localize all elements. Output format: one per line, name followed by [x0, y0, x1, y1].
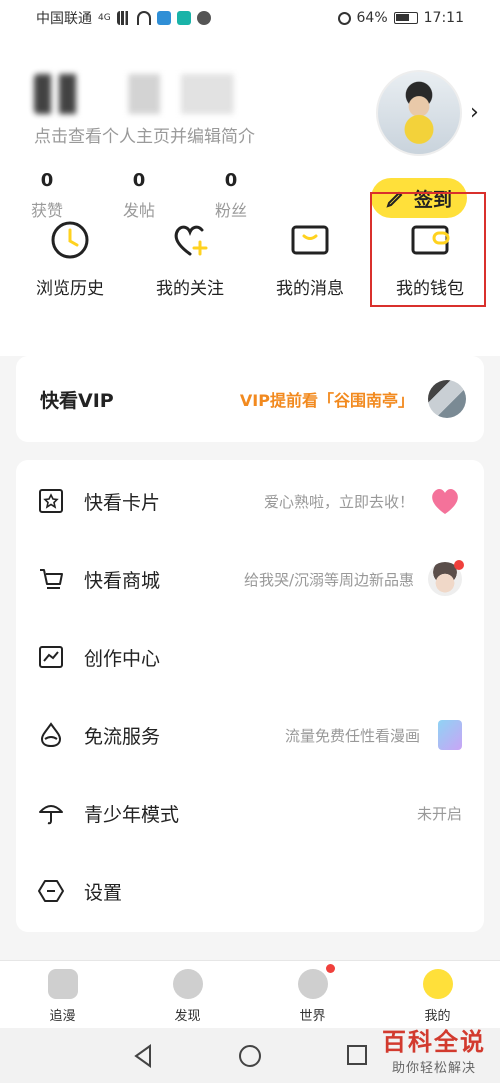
back-icon[interactable]	[132, 1044, 154, 1068]
cart-icon	[40, 569, 63, 589]
quick-history[interactable]: 浏览历史	[12, 210, 128, 340]
wallet-highlight-box	[370, 192, 486, 307]
stat-value: 0	[224, 170, 238, 191]
menu-item-teen-mode[interactable]: 青少年模式 未开启	[16, 774, 484, 852]
menu-item-free-data[interactable]: 免流服务 流量免费任性看漫画	[16, 696, 484, 774]
menu-hint: 给我哭/沉溺等周边新品惠	[243, 570, 414, 589]
tab-label: 发现	[174, 1009, 201, 1024]
avatar[interactable]	[376, 70, 462, 156]
tab-label: 世界	[299, 1009, 326, 1024]
chevron-right-icon[interactable]: ›	[470, 100, 479, 125]
app-notification-icon-2	[176, 11, 191, 25]
status-bar: 中国联通 4G 64% 17:11	[0, 0, 500, 36]
tab-me[interactable]: 我的	[375, 961, 500, 1028]
menu-item-settings[interactable]: 设置	[16, 852, 484, 930]
clock-time: 17:11	[423, 10, 464, 26]
alarm-icon	[337, 11, 351, 25]
tab-follow[interactable]: 追漫	[0, 961, 125, 1028]
app-notification-icon	[156, 11, 171, 25]
menu-item-creator[interactable]: 创作中心	[16, 618, 484, 696]
menu-item-mall[interactable]: 快看商城 给我哭/沉溺等周边新品惠	[16, 540, 484, 618]
battery-percent: 64%	[356, 10, 388, 26]
username-redacted[interactable]	[34, 74, 244, 114]
quick-label: 浏览历史	[36, 279, 104, 299]
battery-icon	[393, 12, 418, 24]
bottom-tab-bar: 追漫 发现 世界 我的	[0, 960, 500, 1028]
menu-label: 快看商城	[84, 569, 161, 592]
world-icon	[297, 969, 328, 999]
menu-hint: 爱心熟啦，立即去收！	[263, 492, 414, 511]
profile-subtitle[interactable]: 点击查看个人主页并编辑简介	[34, 122, 255, 147]
menu-hint: 未开启	[416, 804, 462, 823]
settings-icon	[38, 880, 64, 902]
quick-label: 我的关注	[156, 279, 224, 299]
character-avatar-icon	[428, 560, 464, 596]
tab-world[interactable]: 世界	[250, 961, 375, 1028]
stat-value: 0	[132, 170, 146, 191]
tab-label: 追漫	[49, 1009, 76, 1024]
carrier-label: 中国联通	[36, 11, 92, 27]
chart-icon	[39, 646, 63, 668]
watermark-subtitle: 助你轻松解决	[391, 1061, 476, 1076]
home-icon	[47, 969, 78, 999]
umbrella-icon	[39, 805, 63, 825]
vip-card[interactable]: 快看VIP VIP提前看「谷围南亭」	[16, 356, 484, 442]
quick-label: 我的消息	[276, 279, 344, 299]
menu-hint: 流量免费任性看漫画	[284, 726, 420, 745]
watermark-title: 百科全说	[382, 1028, 486, 1056]
quick-messages[interactable]: 我的消息	[252, 210, 368, 340]
compass-icon	[172, 969, 203, 999]
home-button-icon[interactable]	[238, 1044, 262, 1068]
sim-card-icon	[438, 720, 462, 750]
message-icon	[291, 225, 329, 255]
menu-item-cards[interactable]: 快看卡片 爱心熟啦，立即去收！	[16, 462, 484, 540]
me-icon	[422, 969, 453, 999]
notification-dot	[454, 560, 464, 570]
wifi-icon	[136, 11, 151, 25]
watermark-logo: 百科全说 助你轻松解决	[382, 1022, 486, 1076]
signal-icon	[116, 11, 131, 25]
stat-value: 0	[40, 170, 54, 191]
heart-plus-icon	[174, 225, 208, 256]
clock-icon	[51, 221, 89, 259]
vip-thumbnail	[428, 380, 466, 418]
wechat-icon	[196, 11, 211, 25]
heart-icon	[432, 489, 458, 514]
quick-follow[interactable]: 我的关注	[132, 210, 248, 340]
menu-label: 快看卡片	[84, 491, 161, 514]
tab-discover[interactable]: 发现	[125, 961, 250, 1028]
menu-list: 快看卡片 爱心熟啦，立即去收！ 快看商城 给我哭/沉溺等周边新品惠 创作中心 免…	[16, 460, 484, 932]
menu-label: 免流服务	[84, 725, 161, 748]
menu-label: 青少年模式	[84, 803, 180, 826]
vip-title: 快看VIP	[40, 389, 114, 412]
card-icon	[39, 489, 63, 513]
drop-icon	[40, 722, 62, 748]
vip-promo: VIP提前看「谷围南亭」	[239, 391, 414, 410]
recents-icon[interactable]	[346, 1044, 368, 1066]
menu-label: 创作中心	[84, 647, 161, 670]
network-label: 4G	[98, 13, 111, 23]
notification-dot	[326, 964, 335, 973]
menu-label: 设置	[84, 881, 123, 904]
